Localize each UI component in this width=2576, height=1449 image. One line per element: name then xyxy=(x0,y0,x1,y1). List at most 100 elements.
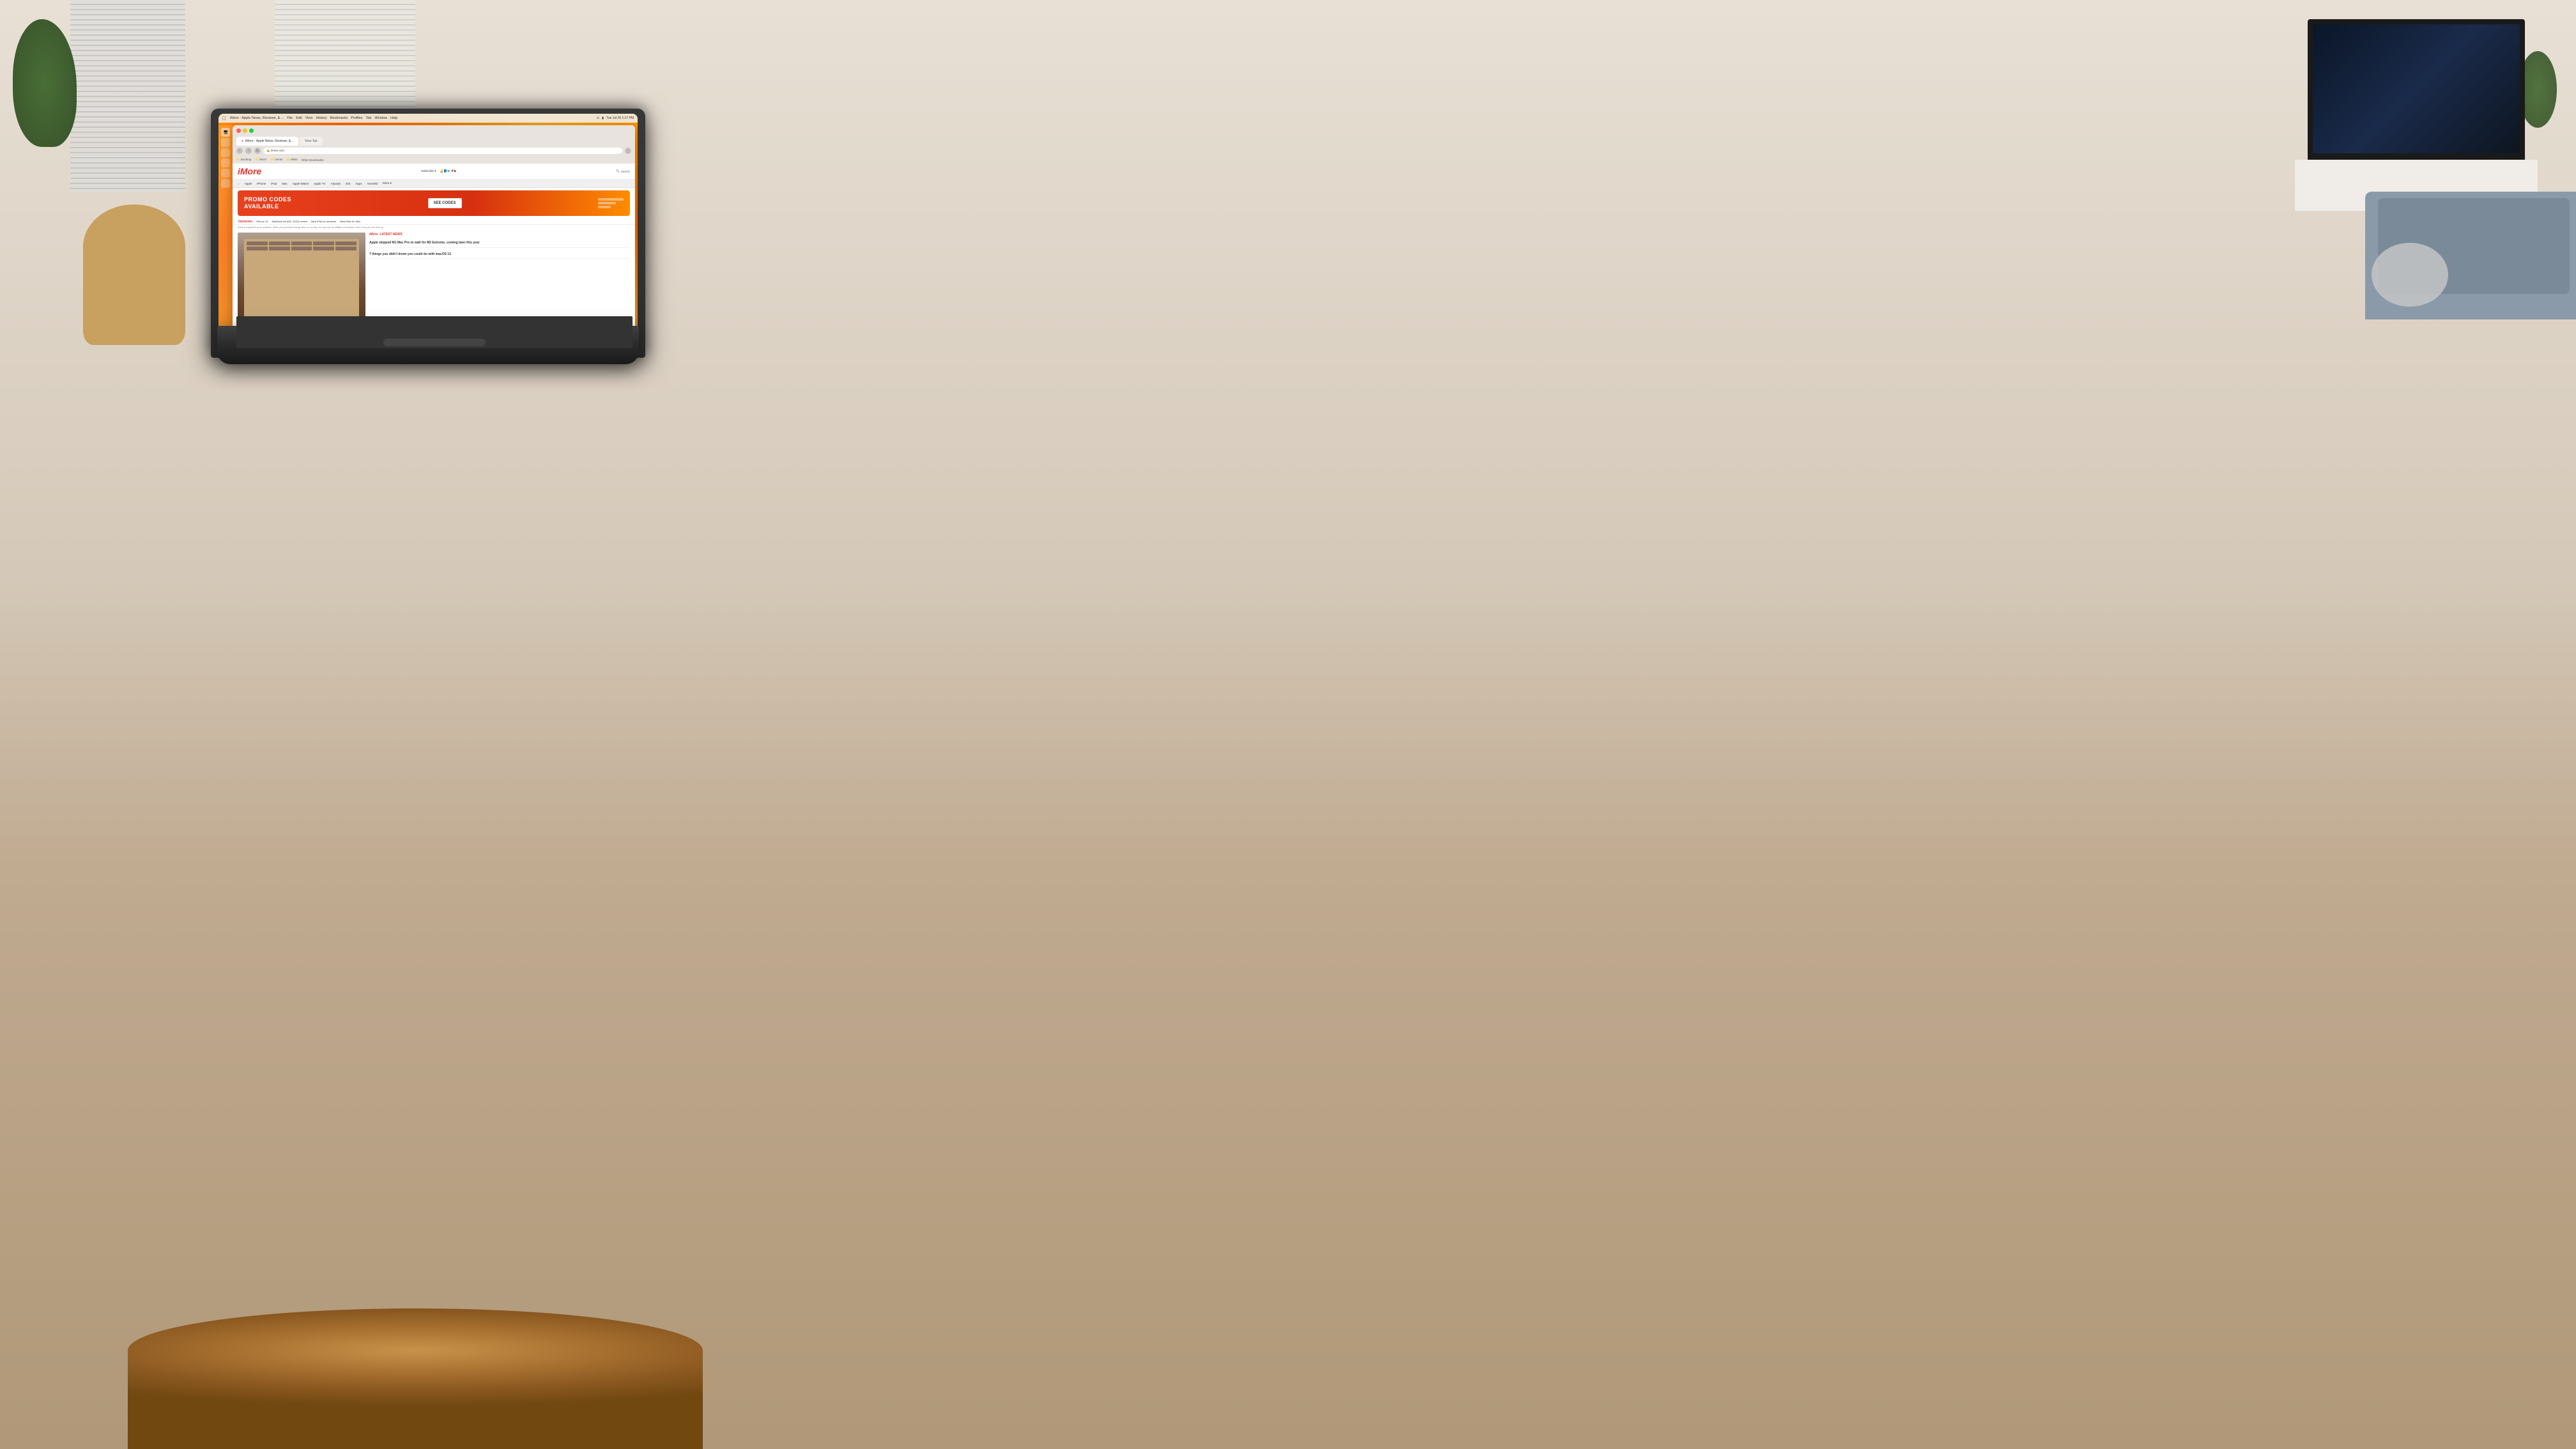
nav-applewatch[interactable]: Apple Watch xyxy=(293,182,309,185)
trending-label: TRENDING xyxy=(238,220,253,223)
site-header: iMore Subscribe ▾ 🔔📘🐦📌▶ 🔍 Search xyxy=(233,164,635,180)
site-search[interactable]: 🔍 Search xyxy=(616,169,630,173)
title-bar xyxy=(233,125,635,135)
tab-title: iMore - Apple News, Reviews, &... xyxy=(245,139,293,143)
menubar-window[interactable]: Window xyxy=(374,116,387,120)
home-icon[interactable]: ⌂ xyxy=(238,182,240,185)
bookmark-1[interactable]: 📁 Booking xyxy=(236,158,251,162)
trending-item-1[interactable]: iPhone 14 xyxy=(257,220,268,223)
see-codes-button[interactable]: SEE CODES xyxy=(428,198,462,208)
menubar-view[interactable]: View xyxy=(305,116,313,120)
tab-bar: ● iMore - Apple News, Reviews, &... New … xyxy=(233,135,635,146)
search-icon: 🔍 xyxy=(616,169,620,173)
sidebar-icon-2[interactable] xyxy=(221,138,230,147)
site-navbar: ⌂ Apple iPhone iPad Mac Apple Watch Appl… xyxy=(233,180,635,188)
menubar-edit[interactable]: Edit xyxy=(296,116,302,120)
close-button[interactable] xyxy=(236,128,241,133)
bookmarks-bar: 📁 Booking ⭐ Morts ⭐ Gents ⭐ Mints Other … xyxy=(233,156,635,164)
macos-desktop:  iMore - Apple News, Reviews, & ... Fil… xyxy=(218,114,638,350)
site-content: iMore Subscribe ▾ 🔔📘🐦📌▶ 🔍 Search xyxy=(233,164,635,334)
maximize-button[interactable] xyxy=(249,128,254,133)
browser-chrome: ● iMore - Apple News, Reviews, &... New … xyxy=(233,125,635,164)
laptop-body xyxy=(217,326,639,364)
news-item-2[interactable]: 7 things you didn't know you could do wi… xyxy=(369,250,630,259)
building-windows xyxy=(244,239,359,253)
bookmark-2[interactable]: ⭐ Morts xyxy=(255,158,266,162)
new-tab-label: New Tab xyxy=(305,139,317,143)
browser-window: ● iMore - Apple News, Reviews, &... New … xyxy=(233,125,635,334)
active-tab[interactable]: ● iMore - Apple News, Reviews, &... xyxy=(236,137,298,146)
site-logo: iMore xyxy=(238,166,261,176)
news-item-1-title: Apple skipped M1 Mac Pro to wait for M2 … xyxy=(369,241,630,245)
window-2 xyxy=(269,241,290,245)
bookmark-3[interactable]: ⭐ Gents xyxy=(270,158,282,162)
menubar-app-menus: iMore - Apple News, Reviews, & ... File … xyxy=(230,116,397,120)
promo-sponsor-logo xyxy=(598,198,624,208)
trending-item-2[interactable]: MacBook Air (M2, 2022) review xyxy=(272,220,308,223)
latest-news-label: LATEST NEWS xyxy=(379,233,402,236)
reload-button[interactable]: ↻ xyxy=(254,148,261,154)
nav-more[interactable]: More ▾ xyxy=(383,181,392,185)
back-button[interactable]: ‹ xyxy=(236,148,243,154)
sidebar-icon-6[interactable] xyxy=(221,179,230,188)
nav-apps[interactable]: Apps xyxy=(355,182,362,185)
url-text: 🔒 imore.com xyxy=(266,149,284,153)
nav-appletv[interactable]: Apple TV xyxy=(314,182,325,185)
bookmark-other[interactable]: Other Bookmarks xyxy=(302,158,324,162)
window-blinds-left xyxy=(70,0,185,192)
sidebar-icon-5[interactable] xyxy=(221,169,230,178)
minimize-button[interactable] xyxy=(243,128,247,133)
inactive-tab[interactable]: New Tab xyxy=(300,137,322,146)
nav-airpods[interactable]: Airpods xyxy=(331,182,341,185)
extensions-button[interactable]: ⋮ xyxy=(625,148,631,154)
wifi-icon: ⊙ xyxy=(597,116,599,120)
affiliate-notice: iMore is supported by its audience. When… xyxy=(233,225,635,230)
nav-iphone[interactable]: iPhone xyxy=(257,182,266,185)
search-label: Search xyxy=(621,170,630,173)
site-nav: Subscribe ▾ 🔔📘🐦📌▶ xyxy=(421,169,456,173)
menubar-file[interactable]: File xyxy=(287,116,293,120)
sofa-pillow xyxy=(2372,243,2448,307)
nav-homekit[interactable]: Homekit xyxy=(367,182,378,185)
promo-banner: PROMO CODES AVAILABLE SEE CODES xyxy=(238,190,630,216)
promo-text: PROMO CODES AVAILABLE xyxy=(244,196,291,210)
window-3 xyxy=(291,241,312,245)
tab-favicon: ● xyxy=(241,139,243,143)
nav-subscribe[interactable]: Subscribe ▾ xyxy=(421,169,436,173)
window-7 xyxy=(269,247,290,250)
menubar-chrome[interactable]: iMore - Apple News, Reviews, & ... xyxy=(230,116,284,120)
battery-icon: ▮ xyxy=(602,116,604,120)
window-10 xyxy=(335,247,356,250)
sidebar-icon-4[interactable] xyxy=(221,158,230,167)
window-6 xyxy=(247,247,268,250)
menubar-bookmarks[interactable]: Bookmarks xyxy=(330,116,348,120)
menubar-history[interactable]: History xyxy=(316,116,327,120)
sidebar-icon-finder[interactable]: 🖥 xyxy=(221,128,230,137)
sidebar-icons: 🖥 xyxy=(218,125,233,334)
nav-ipad[interactable]: iPad xyxy=(271,182,277,185)
menubar-profiles[interactable]: Profiles xyxy=(351,116,362,120)
window-9 xyxy=(313,247,334,250)
forward-button[interactable]: › xyxy=(245,148,252,154)
apple-menu[interactable]:  xyxy=(222,116,226,121)
trending-item-3[interactable]: Best iPad for students xyxy=(311,220,336,223)
trending-item-4[interactable]: Best iMac for Mac xyxy=(340,220,360,223)
promo-heading: PROMO CODES xyxy=(244,196,291,203)
url-input[interactable]: 🔒 imore.com xyxy=(263,148,622,154)
nav-ios[interactable]: iOS xyxy=(346,182,351,185)
latest-news-header: iMore LATEST NEWS xyxy=(369,233,630,236)
clock-display: Tue Jul 26 1:17 PM xyxy=(606,116,634,120)
promo-logo-lines xyxy=(598,198,624,208)
nav-apple[interactable]: Apple xyxy=(245,182,252,185)
address-bar: ‹ › ↻ 🔒 imore.com ⋮ xyxy=(233,146,635,156)
trackpad[interactable] xyxy=(383,339,486,346)
nav-mac[interactable]: Mac xyxy=(282,182,288,185)
nav-icons: 🔔📘🐦📌▶ xyxy=(440,169,457,173)
bookmark-4[interactable]: ⭐ Mints xyxy=(286,158,298,162)
news-item-1[interactable]: Apple skipped M1 Mac Pro to wait for M2 … xyxy=(369,239,630,248)
menubar-tab[interactable]: Tab xyxy=(366,116,372,120)
sidebar-icon-3[interactable] xyxy=(221,148,230,157)
menubar-help[interactable]: Help xyxy=(390,116,397,120)
wooden-table xyxy=(128,1308,703,1449)
screen-bezel:  iMore - Apple News, Reviews, & ... Fil… xyxy=(218,114,638,350)
